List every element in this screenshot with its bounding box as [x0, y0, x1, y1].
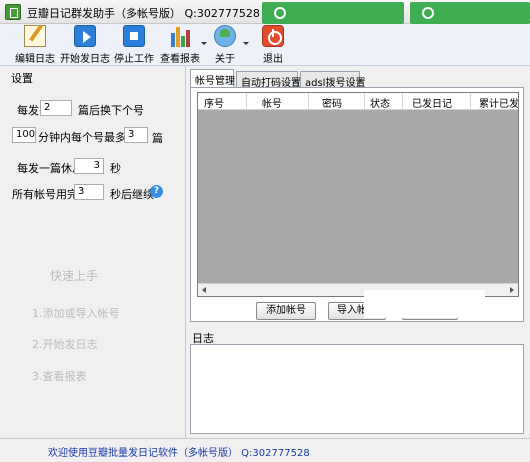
play-icon — [74, 25, 96, 47]
title-bar: 豆瓣日记群发助手（多帐号版） Q:302777528 — [0, 0, 530, 24]
continue-seconds-input[interactable]: 3 — [74, 184, 104, 200]
tab-account-management[interactable]: 帐号管理 — [190, 69, 235, 88]
scroll-right-icon[interactable] — [510, 287, 514, 293]
account-table[interactable]: 序号 帐号 密码 状态 已发日记 累计已发 — [197, 92, 519, 297]
edit-icon — [24, 25, 46, 47]
settings-row4-suffix: 秒后继续 — [110, 188, 154, 201]
column-header[interactable]: 密码 — [322, 95, 342, 110]
app-icon — [5, 4, 21, 20]
window-title: 豆瓣日记群发助手（多帐号版） Q:302777528 — [27, 7, 260, 20]
exit-icon — [262, 25, 284, 47]
settings-panel: 设置 每发 2 篇后换下个号 100 分钟内每个号最多发 3 篇 每发一篇休息 … — [0, 66, 186, 438]
about-button[interactable]: 关于 — [210, 25, 240, 65]
add-account-button[interactable]: 添加帐号 — [256, 302, 316, 320]
tab-auto-captcha[interactable]: 自动打码设置 — [236, 71, 301, 89]
settings-row2-suffix: 篇 — [152, 132, 163, 145]
about-icon — [214, 25, 236, 47]
start-post-button[interactable]: 开始发日志 — [60, 25, 110, 65]
stop-work-button[interactable]: 停止工作 — [112, 25, 156, 65]
help-icon[interactable]: ? — [150, 185, 163, 198]
quick-start-step: 1.添加或导入帐号 — [32, 307, 120, 320]
view-report-button[interactable]: 查看报表 — [158, 25, 202, 65]
column-header[interactable]: 状态 — [370, 95, 390, 110]
log-textarea[interactable] — [190, 344, 524, 434]
account-management-panel: 序号 帐号 密码 状态 已发日记 累计已发 — [190, 87, 524, 322]
background-window-button — [410, 2, 530, 24]
circle-icon — [274, 7, 286, 19]
settings-row4-prefix: 所有帐号用完 — [12, 188, 78, 201]
rest-seconds-input[interactable]: 3 — [74, 158, 104, 174]
column-header[interactable]: 已发日记 — [412, 95, 452, 110]
stop-icon — [123, 25, 145, 47]
chevron-down-icon[interactable] — [243, 42, 249, 45]
report-icon — [169, 25, 191, 47]
settings-row1-suffix: 篇后换下个号 — [78, 104, 144, 117]
table-header: 序号 帐号 密码 状态 已发日记 累计已发 — [198, 93, 518, 110]
about-label: 关于 — [215, 54, 235, 65]
quick-start-title: 快速上手 — [50, 269, 99, 283]
settings-row2-middle: 分钟内每个号最多发 — [38, 131, 137, 144]
circle-icon — [422, 7, 434, 19]
toolbar: 编辑日志 开始发日志 停止工作 查看报表 关于 退出 — [0, 24, 530, 66]
settings-row1-prefix: 每发 — [17, 104, 39, 117]
exit-button[interactable]: 退出 — [258, 25, 288, 65]
max-posts-input[interactable]: 3 — [124, 127, 148, 143]
edit-log-button[interactable]: 编辑日志 — [10, 25, 60, 65]
tab-adsl-dial[interactable]: adsl拨号设置 — [300, 71, 365, 89]
settings-row3-suffix: 秒 — [110, 162, 121, 175]
scroll-left-icon[interactable] — [202, 287, 206, 293]
status-bar: 欢迎使用豆瓣批量发日记软件（多帐号版） Q:302777528 — [0, 438, 530, 462]
edit-log-label: 编辑日志 — [15, 54, 55, 65]
column-header[interactable]: 序号 — [204, 95, 224, 110]
occlusion-patch — [364, 290, 485, 318]
posts-per-switch-input[interactable]: 2 — [40, 100, 72, 116]
quick-start-step: 2.开始发日志 — [32, 338, 98, 351]
settings-title: 设置 — [11, 72, 33, 85]
view-report-label: 查看报表 — [160, 54, 200, 65]
background-window-button — [262, 2, 404, 24]
exit-label: 退出 — [263, 54, 283, 65]
column-header[interactable]: 累计已发 — [479, 95, 518, 110]
chevron-down-icon[interactable] — [201, 42, 207, 45]
quick-start-step: 3.查看报表 — [32, 370, 87, 383]
column-header[interactable]: 帐号 — [262, 95, 282, 110]
minutes-input[interactable]: 100 — [12, 127, 36, 143]
start-post-label: 开始发日志 — [60, 54, 110, 65]
stop-work-label: 停止工作 — [114, 54, 154, 65]
status-text: 欢迎使用豆瓣批量发日记软件（多帐号版） Q:302777528 — [48, 448, 310, 459]
